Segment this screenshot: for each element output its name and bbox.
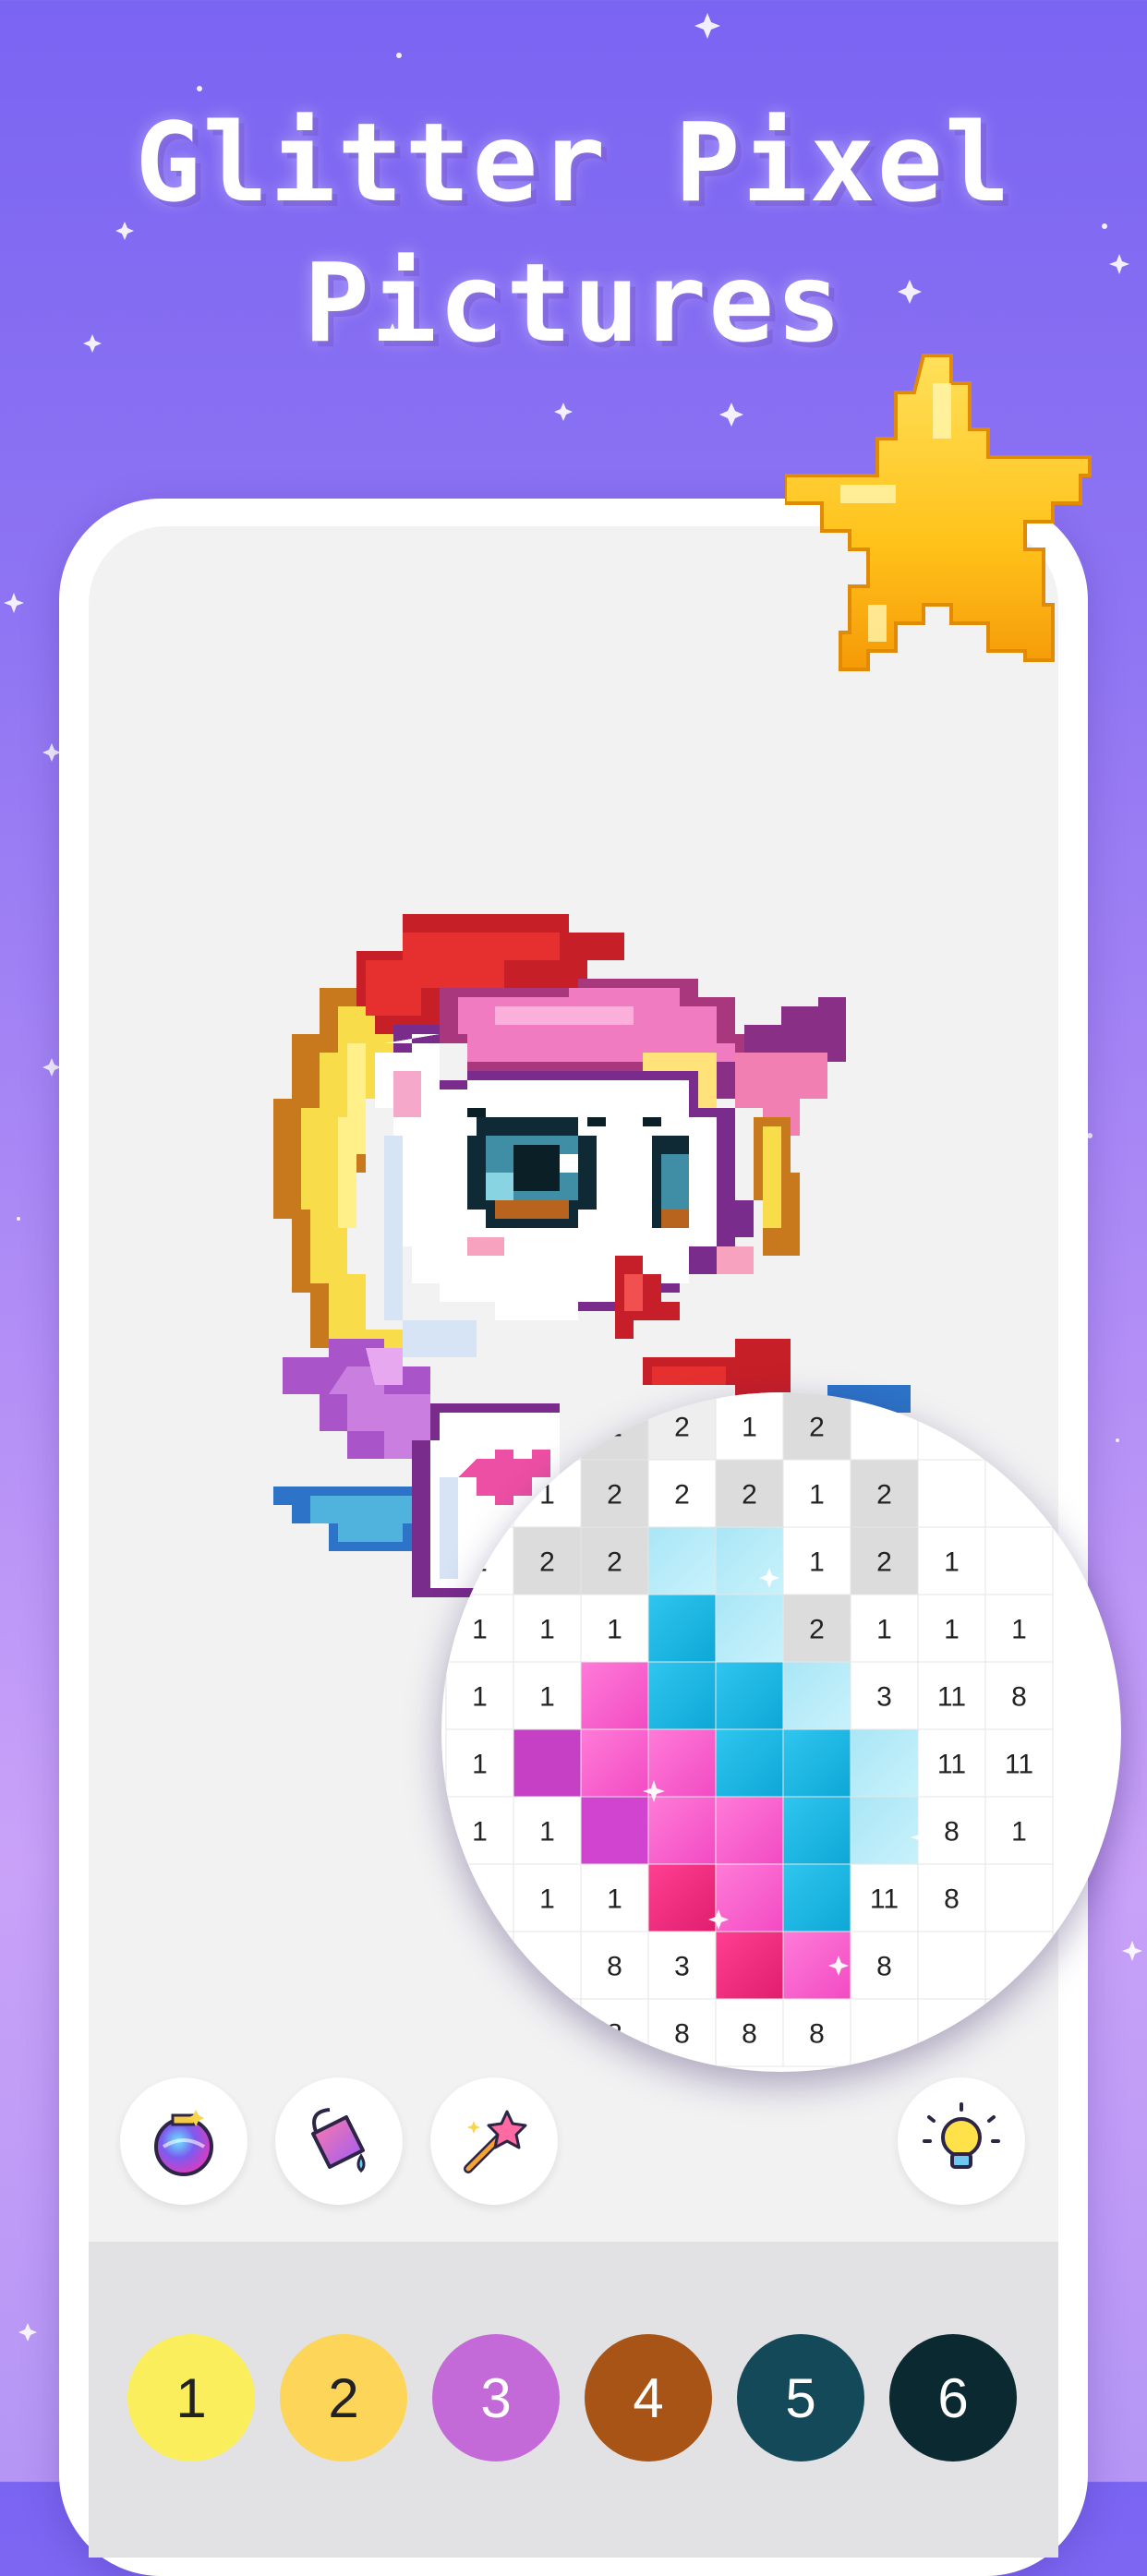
magnifier-cell (782, 1661, 851, 1730)
magnifier-cell-number: 2 (809, 1413, 825, 1443)
magnifier-cell-number: 1 (607, 1615, 622, 1645)
magic-wand-button[interactable] (430, 2077, 558, 2205)
magnifier-cell (984, 1526, 1054, 1595)
magnifier-cell-number: 1 (944, 1615, 960, 1645)
magnifier-cell (647, 1594, 717, 1663)
palette-color-2[interactable]: 2 (280, 2334, 407, 2462)
palette-color-5-label: 5 (785, 2366, 816, 2429)
palette-color-2-label: 2 (328, 2366, 359, 2429)
gold-star-icon (785, 354, 1092, 671)
palette-color-6[interactable]: 6 (889, 2334, 1017, 2462)
palette-color-6-label: 6 (937, 2366, 969, 2429)
magnifier-cell-number: 11 (937, 1750, 966, 1780)
magnifier-cell-number: 2 (674, 1480, 690, 1511)
palette-color-3[interactable]: 3 (432, 2334, 560, 2462)
magnifier-cell-number: 8 (809, 2019, 825, 2050)
palette-color-4[interactable]: 4 (585, 2334, 712, 2462)
magnifier-cell-number: 1 (876, 1615, 892, 1645)
magnifier-cell (647, 1526, 717, 1595)
magnifier-cell (580, 1728, 649, 1798)
palette-color-3-label: 3 (480, 2366, 512, 2429)
paint-bucket-button[interactable] (275, 2077, 403, 2205)
magnifier-cell (647, 1863, 717, 1932)
hint-button[interactable] (898, 2077, 1025, 2205)
palette-color-1[interactable]: 1 (127, 2334, 255, 2462)
magnifier-cell (647, 1728, 717, 1798)
magnifier-cell-number: 1 (539, 1682, 555, 1713)
magnifier-cell-number: 2 (876, 1547, 892, 1578)
magnifier-cell-number: 8 (1011, 1682, 1027, 1713)
magnifier-cell (984, 1863, 1054, 1932)
headline: Glitter Pixel Pictures (0, 92, 1147, 373)
magnifier-cell-number: 1 (742, 1413, 757, 1443)
magnifier-cell (715, 1863, 784, 1932)
palette-color-5[interactable]: 5 (737, 2334, 864, 2462)
magnifier-cell (715, 1526, 784, 1595)
magnifier-cell (715, 1796, 784, 1865)
paint-bucket-icon (311, 2108, 366, 2173)
magnifier-cell-number: 8 (876, 1952, 892, 1982)
magnifier-cell (715, 1728, 784, 1798)
magnifier-cell-number: 1 (809, 1480, 825, 1511)
magnifier-cell (715, 1931, 784, 2000)
glitter-potion-icon (154, 2110, 213, 2176)
lightbulb-icon (923, 2102, 1000, 2169)
magnifier-cell-number: 8 (742, 2019, 757, 2050)
magnifier-cell-number: 1 (539, 1884, 555, 1915)
magnifier-cell (580, 1796, 649, 1865)
magnifier-cell-number: 1 (809, 1547, 825, 1578)
magnifier-cell (782, 1863, 851, 1932)
magnifier-cell-number: 2 (876, 1480, 892, 1511)
magnifier-cell-number: 8 (944, 1884, 960, 1915)
magnifier-lens: 2212122212122121111211111311811111118111… (441, 1392, 1121, 2072)
magnifier-cell-number: 8 (607, 1952, 622, 1982)
magnifier-cell (917, 1459, 986, 1528)
magnifier-cell-number: 2 (674, 1413, 690, 1443)
magnifier-cell-number: 2 (539, 1547, 555, 1578)
magnifier-cell-number: 1 (1011, 1817, 1027, 1848)
palette-color-4-label: 4 (633, 2366, 664, 2429)
magnifier-cell-number: 1 (472, 1615, 488, 1645)
magnifier-cell-number: 1 (944, 1547, 960, 1578)
magnifier-cell (647, 1661, 717, 1730)
magnifier-cell-number: 1 (539, 1615, 555, 1645)
magnifier-cell-number: 1 (472, 1750, 488, 1780)
magnifier-cell-number: 3 (674, 1952, 690, 1982)
magnifier-cell (580, 1661, 649, 1730)
magnifier-cell (850, 1728, 919, 1798)
magnifier-cell-number: 1 (1011, 1615, 1027, 1645)
magnifier-cell (715, 1594, 784, 1663)
magnifier-cell-number: 2 (607, 1480, 622, 1511)
magnifier-cell-number: 8 (944, 1817, 960, 1848)
magnifier-cell-number: 1 (472, 1682, 488, 1713)
glitter-bomb-button[interactable] (120, 2077, 248, 2205)
magnifier-cell-number: 1 (539, 1817, 555, 1848)
magnifier-cell-number: 11 (1005, 1750, 1033, 1780)
magnifier-cell-number: 1 (472, 1817, 488, 1848)
color-palette: 1 2 3 4 5 6 (89, 2242, 1058, 2558)
palette-color-1-label: 1 (175, 2366, 207, 2429)
magnifier-cell-number: 3 (876, 1682, 892, 1713)
magnifier-cell (850, 1796, 919, 1865)
headline-line-1: Glitter Pixel (135, 99, 1012, 226)
magnifier-cell (715, 1661, 784, 1730)
magnifier-cell-number: 1 (607, 1884, 622, 1915)
magnifier-cell (782, 1728, 851, 1798)
magnifier-cell-number: 2 (607, 1547, 622, 1578)
magnifier-cell (782, 1796, 851, 1865)
magic-wand-icon (464, 2110, 527, 2173)
magnifier-cell-number: 11 (937, 1682, 966, 1713)
magnifier-cell-number: 2 (742, 1480, 757, 1511)
magnifier-cell (917, 1931, 986, 2000)
magnifier-cell (647, 1796, 717, 1865)
magnifier-cell-number: 2 (809, 1615, 825, 1645)
magnifier-cell-number: 11 (870, 1884, 899, 1915)
magnifier-cell (513, 1728, 582, 1798)
magnifier-cell-number: 8 (674, 2019, 690, 2050)
